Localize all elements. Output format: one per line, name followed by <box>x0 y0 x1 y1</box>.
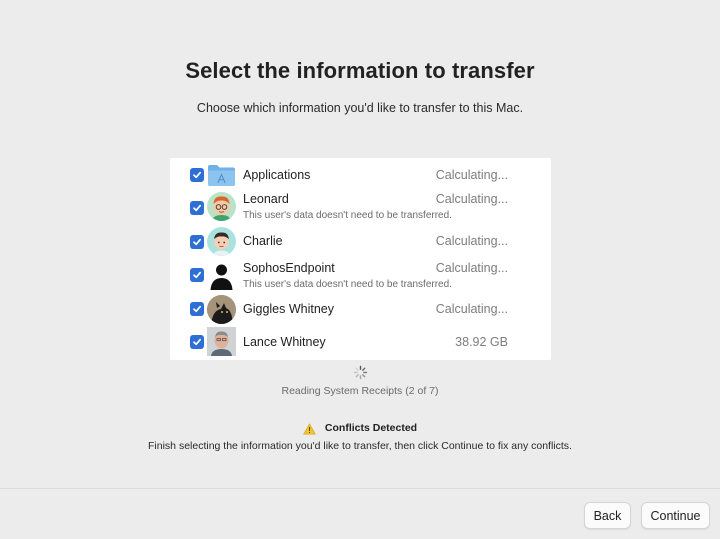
lance-whitney-checkbox[interactable] <box>190 335 204 349</box>
leonard-label: Leonard <box>243 192 289 206</box>
applications-folder-icon <box>207 163 236 187</box>
leonard-note: This user's data doesn't need to be tran… <box>243 210 452 221</box>
lance-whitney-size: 38.92 GB <box>455 335 508 349</box>
charlie-checkbox[interactable] <box>190 235 204 249</box>
charlie-status: Calculating... <box>435 234 508 248</box>
footer-divider <box>0 488 720 489</box>
giggles-whitney-status: Calculating... <box>435 302 508 316</box>
transfer-item-list: Applications Calculating... Leonard Calc… <box>170 158 551 360</box>
leonard-status: Calculating... <box>435 192 508 206</box>
warning-triangle-icon <box>303 422 316 435</box>
sophosendpoint-note: This user's data doesn't need to be tran… <box>243 279 452 290</box>
giggles-whitney-avatar <box>207 295 236 324</box>
list-item-leonard[interactable]: Leonard Calculating... This user's data … <box>170 191 551 225</box>
page-title: Select the information to transfer <box>185 58 535 83</box>
leonard-checkbox[interactable] <box>190 201 204 215</box>
conflicts-description: Finish selecting the information you'd l… <box>148 440 572 452</box>
progress-spinner-icon <box>353 365 368 380</box>
giggles-whitney-checkbox[interactable] <box>190 302 204 316</box>
list-item-applications[interactable]: Applications Calculating... <box>170 158 551 191</box>
applications-label: Applications <box>243 168 311 182</box>
progress-status-text: Reading System Receipts (2 of 7) <box>281 385 439 397</box>
generic-user-silhouette-icon <box>207 261 236 290</box>
conflicts-title: Conflicts Detected <box>324 422 418 434</box>
back-button[interactable]: Back <box>584 502 631 529</box>
sophosendpoint-checkbox[interactable] <box>190 268 204 282</box>
list-item-lance-whitney[interactable]: Lance Whitney 38.92 GB <box>170 326 551 360</box>
list-item-sophosendpoint[interactable]: SophosEndpoint Calculating... This user'… <box>170 259 551 293</box>
list-item-giggles-whitney[interactable]: Giggles Whitney Calculating... <box>170 293 551 326</box>
giggles-whitney-label: Giggles Whitney <box>243 302 335 316</box>
leonard-avatar <box>207 192 236 221</box>
continue-button[interactable]: Continue <box>641 502 710 529</box>
charlie-avatar <box>207 227 236 256</box>
page-subtitle: Choose which information you'd like to t… <box>196 101 524 115</box>
charlie-label: Charlie <box>243 234 283 248</box>
lance-whitney-label: Lance Whitney <box>243 335 326 349</box>
sophosendpoint-status: Calculating... <box>435 261 508 275</box>
list-item-charlie[interactable]: Charlie Calculating... <box>170 225 551 259</box>
lance-whitney-avatar <box>207 327 236 356</box>
applications-checkbox[interactable] <box>190 168 204 182</box>
applications-status: Calculating... <box>435 168 508 182</box>
conflicts-header: Conflicts Detected <box>0 422 720 435</box>
sophosendpoint-label: SophosEndpoint <box>243 261 335 275</box>
